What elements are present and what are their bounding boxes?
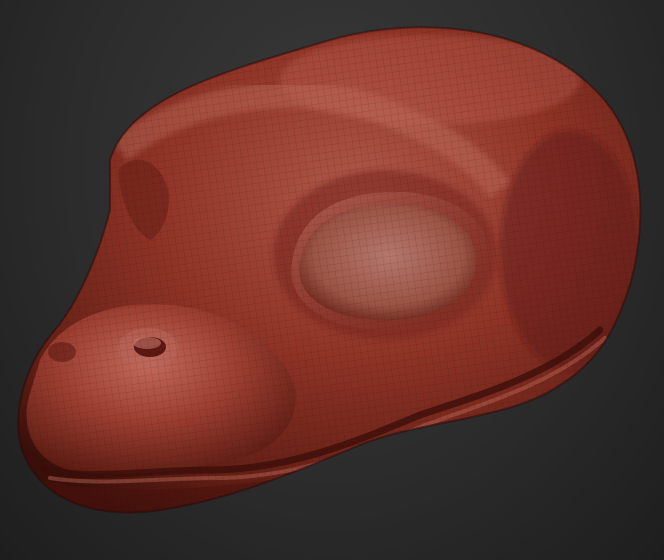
sculpt-viewport[interactable] bbox=[0, 0, 664, 560]
wireframe-overlay bbox=[18, 27, 641, 513]
head-mesh[interactable] bbox=[0, 0, 664, 560]
sculpt-canvas[interactable] bbox=[0, 0, 664, 560]
